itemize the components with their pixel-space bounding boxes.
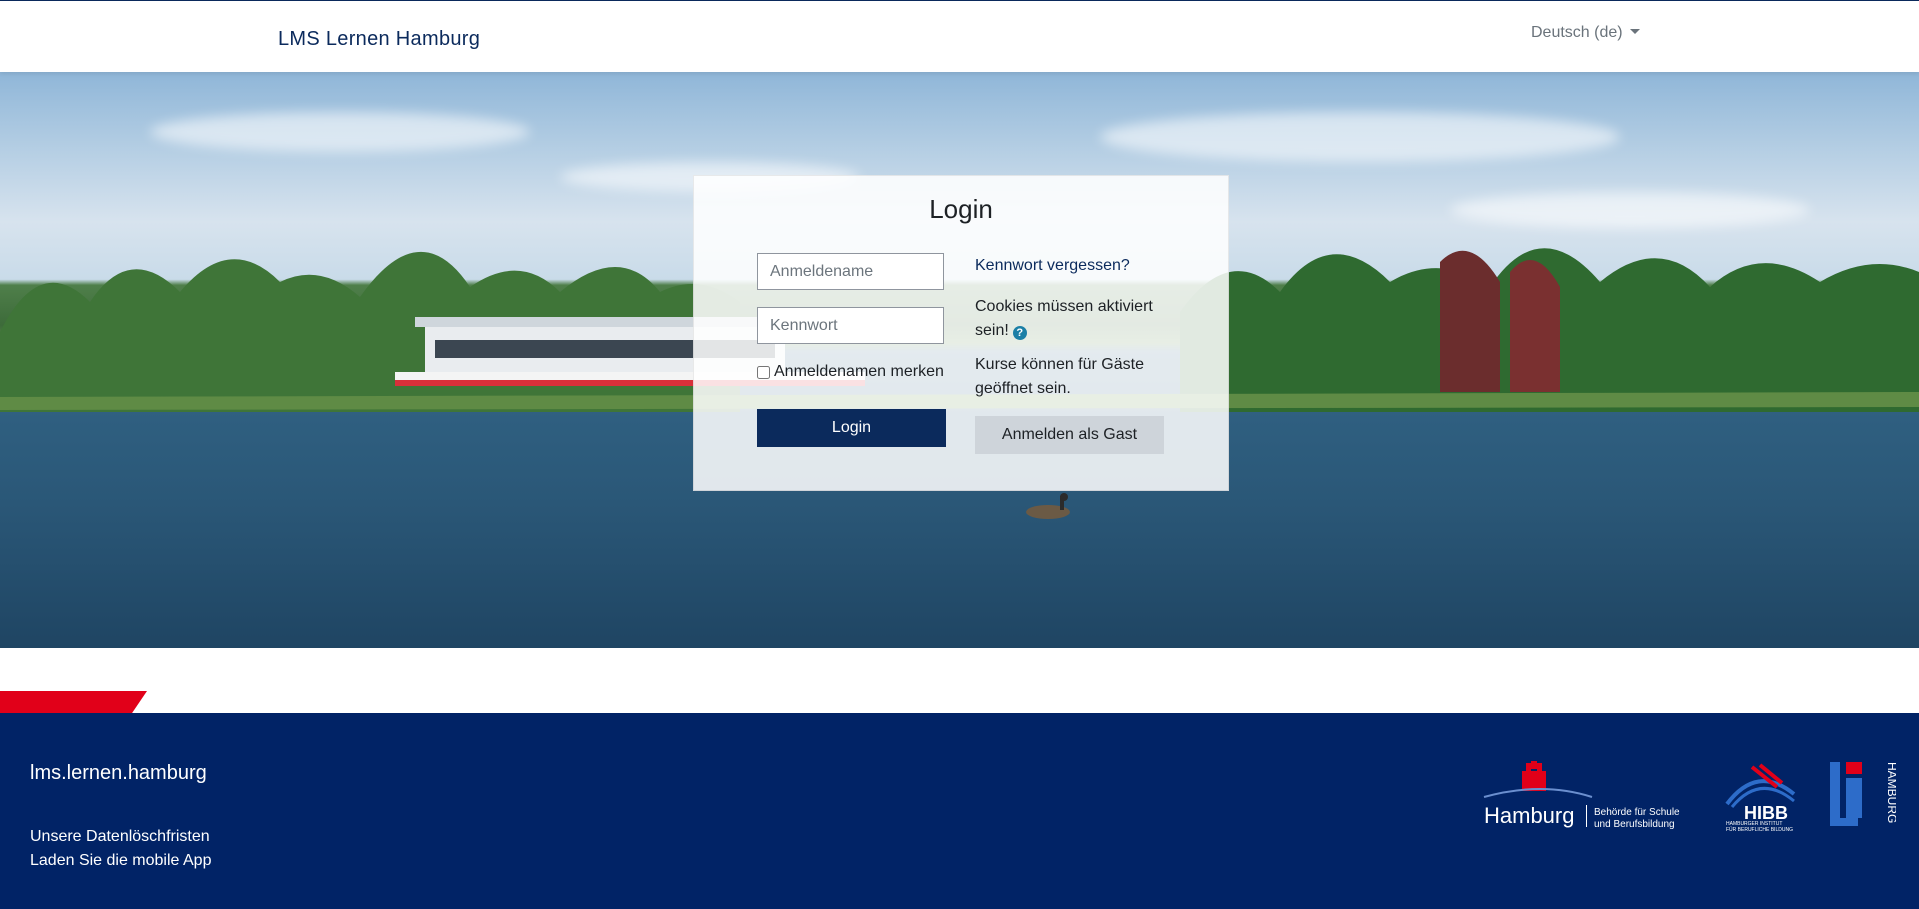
cookies-text: Cookies müssen aktiviert sein! <box>975 298 1153 339</box>
svg-text:Hamburg: Hamburg <box>1484 803 1574 828</box>
svg-text:HAMBURG: HAMBURG <box>1885 762 1896 823</box>
svg-text:FÜR BERUFLICHE BILDUNG: FÜR BERUFLICHE BILDUNG <box>1726 826 1793 833</box>
mobile-app-link[interactable]: Laden Sie die mobile App <box>30 852 211 870</box>
login-title: Login <box>929 194 993 224</box>
remember-checkbox[interactable] <box>757 365 770 379</box>
cookies-notice: Cookies müssen aktiviert sein!? <box>975 295 1175 343</box>
login-button[interactable]: Login <box>757 409 946 447</box>
help-icon[interactable]: ? <box>1012 326 1027 340</box>
guest-access-text: Kurse können für Gäste geöffnet sein. <box>975 356 1144 397</box>
footer-site-name: lms.lernen.hamburg <box>30 762 207 784</box>
duck <box>1026 493 1070 519</box>
svg-text:und Berufsbildung: und Berufsbildung <box>1594 819 1675 830</box>
hibb-logo[interactable]: HIBB HAMBURGER INSTITUT FÜR BERUFLICHE B… <box>1722 759 1802 833</box>
password-input[interactable] <box>757 307 944 344</box>
remember-username[interactable]: Anmeldenamen merken <box>757 363 944 381</box>
hamburg-bsb-logo[interactable]: Hamburg Behörde für Schule und Berufsbil… <box>1482 761 1702 831</box>
svg-text:HIBB: HIBB <box>1744 803 1788 823</box>
svg-text:Behörde für Schule: Behörde für Schule <box>1594 807 1680 818</box>
language-label: Deutsch (de) <box>1531 24 1623 41</box>
login-card: Login Anmeldenamen merken Login Kennwort… <box>693 175 1229 491</box>
forgot-password-link[interactable]: Kennwort vergessen? <box>975 257 1130 275</box>
site-brand-link[interactable]: LMS Lernen Hamburg <box>278 28 480 51</box>
li-hamburg-logo[interactable]: HAMBURG <box>1828 758 1896 834</box>
guest-login-button[interactable]: Anmelden als Gast <box>975 416 1164 454</box>
data-deletion-link[interactable]: Unsere Datenlöschfristen <box>30 828 210 846</box>
chevron-down-icon <box>1629 29 1640 34</box>
remember-label: Anmeldenamen merken <box>774 363 944 380</box>
footer: lms.lernen.hamburg Unsere Datenlöschfris… <box>0 713 1919 909</box>
language-menu[interactable]: Deutsch (de) <box>1531 24 1640 42</box>
navbar: LMS Lernen Hamburg Deutsch (de) <box>0 1 1919 72</box>
username-input[interactable] <box>757 253 944 290</box>
